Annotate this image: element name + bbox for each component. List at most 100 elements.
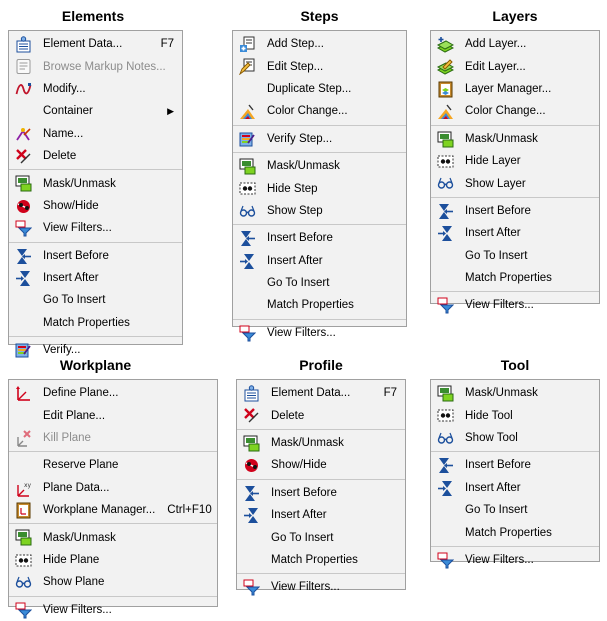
menu-separator: [9, 169, 182, 171]
menu-item-edit-layer[interactable]: Edit Layer...: [431, 55, 599, 77]
menu-item-mask-unmask[interactable]: Mask/Unmask: [233, 155, 406, 177]
menu-item-show-hide[interactable]: Show/Hide: [9, 195, 182, 217]
menu-item-container[interactable]: Container ▶: [9, 100, 182, 122]
menu-item-insert-before[interactable]: Insert Before: [237, 482, 405, 504]
menu-item-mask-unmask[interactable]: Mask/Unmask: [9, 526, 217, 548]
menu-item-insert-after[interactable]: Insert After: [431, 222, 599, 244]
menu-item-match-properties[interactable]: Match Properties: [233, 294, 406, 316]
menu-item-mask-unmask[interactable]: Mask/Unmask: [431, 128, 599, 150]
menu-item-insert-before[interactable]: Insert Before: [431, 200, 599, 222]
menu-item-go-to-insert[interactable]: Go To Insert: [431, 499, 599, 521]
menu-item-label: Mask/Unmask: [465, 132, 538, 145]
menu-item-insert-after[interactable]: Insert After: [233, 250, 406, 272]
menu-item-label: Insert After: [43, 272, 99, 285]
kill-plane-icon: [15, 430, 32, 447]
menu-item-label: Delete: [43, 150, 77, 163]
menu-item-define-plane[interactable]: Define Plane...: [9, 382, 217, 404]
menu-item-delete[interactable]: Delete: [9, 145, 182, 167]
markup-notes-icon: [15, 58, 32, 75]
menu-item-color-change[interactable]: Color Change...: [233, 100, 406, 122]
menu-item-delete[interactable]: Delete: [237, 404, 405, 426]
menu-item-view-filters[interactable]: View Filters...: [431, 294, 599, 316]
add-layer-icon: [437, 36, 454, 53]
menu-item-label: Go To Insert: [43, 294, 106, 307]
menu-item-element-data[interactable]: Element Data... F7: [237, 382, 405, 404]
show-icon: [437, 175, 454, 192]
menu-item-hide-tool[interactable]: Hide Tool: [431, 404, 599, 426]
menu-item-match-properties[interactable]: Match Properties: [431, 521, 599, 543]
menu-item-label: Mask/Unmask: [43, 531, 116, 544]
menu-item-insert-before[interactable]: Insert Before: [9, 245, 182, 267]
menu-item-insert-before[interactable]: Insert Before: [431, 454, 599, 476]
menu-item-insert-before[interactable]: Insert Before: [233, 227, 406, 249]
menu-item-show-plane[interactable]: Show Plane: [9, 571, 217, 593]
menu-item-view-filters[interactable]: View Filters...: [431, 549, 599, 571]
menu-item-show-layer[interactable]: Show Layer: [431, 172, 599, 194]
menu-item-go-to-insert[interactable]: Go To Insert: [431, 245, 599, 267]
menu-item-insert-after[interactable]: Insert After: [431, 477, 599, 499]
menu-item-hide-step[interactable]: Hide Step: [233, 177, 406, 199]
menu-item-label: Show/Hide: [43, 199, 99, 212]
menu-separator: [237, 573, 405, 575]
mask-icon: [243, 435, 260, 452]
element-data-icon: [15, 36, 32, 53]
menu-item-label: Go To Insert: [465, 504, 528, 517]
menu-item-label: Layer Manager...: [465, 82, 552, 95]
menu-item-view-filters[interactable]: View Filters...: [9, 599, 217, 621]
menu-item-plane-data[interactable]: xy Plane Data...: [9, 477, 217, 499]
menu-item-duplicate-step[interactable]: Duplicate Step...: [233, 78, 406, 100]
menu-item-add-step[interactable]: Add Step...: [233, 33, 406, 55]
menu-item-label: Color Change...: [465, 105, 546, 118]
menu-item-element-data[interactable]: Element Data... F7: [9, 33, 182, 55]
menu-item-label: View Filters...: [465, 299, 534, 312]
menu-item-hide-plane[interactable]: Hide Plane: [9, 549, 217, 571]
menu-item-kill-plane: Kill Plane: [9, 427, 217, 449]
menu-separator: [9, 336, 182, 338]
menu-item-show-step[interactable]: Show Step: [233, 200, 406, 222]
menu-item-workplane-manager[interactable]: Workplane Manager... Ctrl+F10: [9, 499, 217, 521]
menu-item-show-hide[interactable]: Show/Hide: [237, 454, 405, 476]
insert-before-icon: [437, 203, 454, 220]
menu-item-label: Verify Step...: [267, 132, 333, 145]
menu-item-layer-manager[interactable]: Layer Manager...: [431, 78, 599, 100]
menu-item-label: Browse Markup Notes...: [43, 60, 166, 73]
menu-item-verify-step[interactable]: Verify Step...: [233, 128, 406, 150]
insert-before-icon: [15, 248, 32, 265]
menu-item-mask-unmask[interactable]: Mask/Unmask: [9, 172, 182, 194]
menu-item-match-properties[interactable]: Match Properties: [9, 312, 182, 334]
menu-item-hide-layer[interactable]: Hide Layer: [431, 150, 599, 172]
menu-item-match-properties[interactable]: Match Properties: [237, 549, 405, 571]
view-filters-icon: [15, 220, 32, 237]
menu-item-label: Mask/Unmask: [271, 436, 344, 449]
menu-item-add-layer[interactable]: Add Layer...: [431, 33, 599, 55]
menu-item-label: Duplicate Step...: [267, 82, 352, 95]
view-filters-icon: [437, 552, 454, 569]
menu-item-edit-plane[interactable]: Edit Plane...: [9, 404, 217, 426]
menu-separator: [431, 291, 599, 293]
workplane-manager-icon: [15, 502, 32, 519]
menu-item-color-change[interactable]: Color Change...: [431, 100, 599, 122]
menu-item-label: View Filters...: [43, 222, 112, 235]
menu-item-reserve-plane[interactable]: Reserve Plane: [9, 454, 217, 476]
menu-item-view-filters[interactable]: View Filters...: [9, 217, 182, 239]
menu-item-go-to-insert[interactable]: Go To Insert: [233, 272, 406, 294]
menu-item-name[interactable]: Name...: [9, 123, 182, 145]
menu-item-label: Element Data...: [271, 387, 351, 400]
tool-menu-title: Tool: [500, 357, 530, 373]
menu-item-label: Match Properties: [465, 526, 552, 539]
menu-item-view-filters[interactable]: View Filters...: [237, 576, 405, 598]
mask-icon: [15, 175, 32, 192]
menu-item-mask-unmask[interactable]: Mask/Unmask: [237, 432, 405, 454]
menu-item-edit-step[interactable]: Edit Step...: [233, 55, 406, 77]
menu-item-show-tool[interactable]: Show Tool: [431, 427, 599, 449]
menu-item-shortcut: F7: [383, 387, 397, 400]
menu-item-match-properties[interactable]: Match Properties: [431, 267, 599, 289]
menu-item-insert-after[interactable]: Insert After: [9, 267, 182, 289]
menu-item-go-to-insert[interactable]: Go To Insert: [237, 526, 405, 548]
menu-item-modify[interactable]: Modify...: [9, 78, 182, 100]
menu-item-view-filters[interactable]: View Filters...: [233, 322, 406, 344]
menu-item-insert-after[interactable]: Insert After: [237, 504, 405, 526]
menu-item-go-to-insert[interactable]: Go To Insert: [9, 289, 182, 311]
view-filters-icon: [437, 297, 454, 314]
menu-item-mask-unmask[interactable]: Mask/Unmask: [431, 382, 599, 404]
